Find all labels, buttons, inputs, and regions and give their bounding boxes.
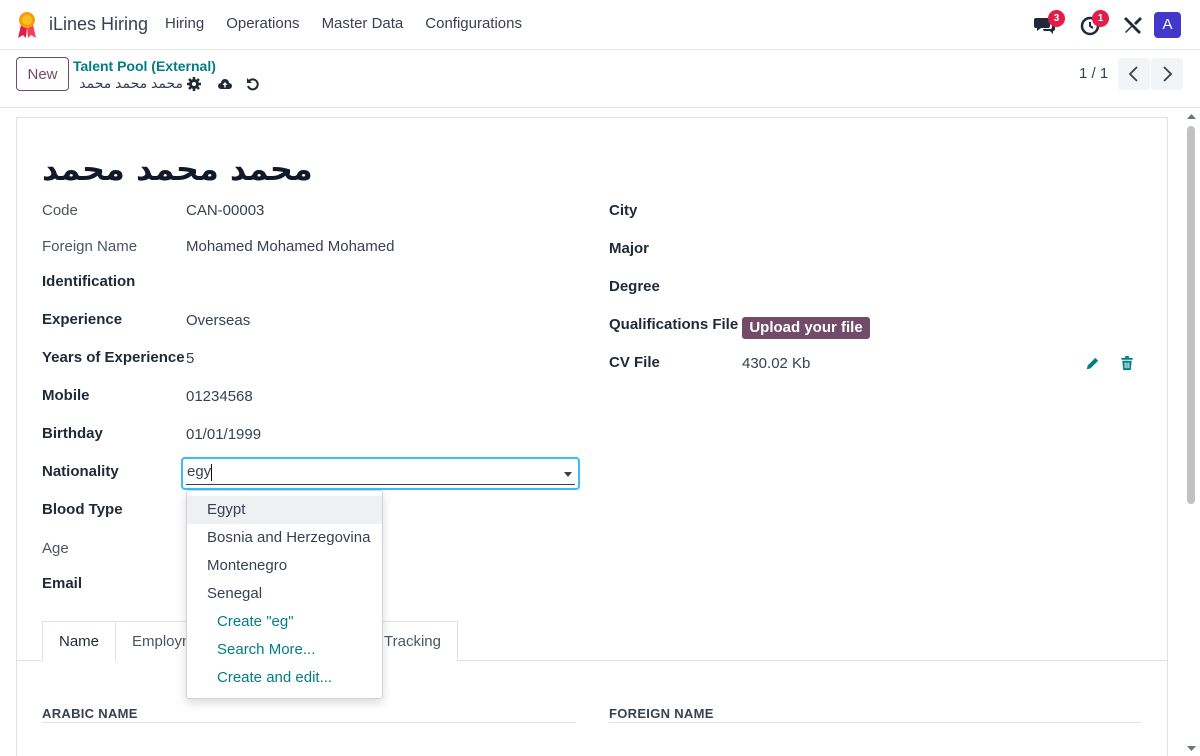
field-label-degree: Degree [609, 278, 660, 295]
field-label-major: Major [609, 240, 650, 257]
scroll-down-icon[interactable] [1187, 745, 1196, 752]
field-label-email: Email [42, 575, 83, 592]
new-button[interactable]: New [16, 57, 69, 91]
user-avatar[interactable]: A [1154, 12, 1181, 38]
field-value-experience[interactable]: Overseas [186, 312, 250, 329]
messages-badge: 3 [1048, 10, 1065, 27]
main-menu: Hiring Operations Master Data Configurat… [165, 15, 544, 32]
discard-undo-icon[interactable] [245, 76, 261, 92]
dropdown-create-edit-action[interactable]: Create and edit... [187, 664, 382, 692]
menu-operations[interactable]: Operations [226, 15, 299, 32]
menu-master-data[interactable]: Master Data [322, 15, 404, 32]
control-panel: New Talent Pool (External) محمد محمد محم… [0, 51, 1200, 108]
scroll-up-icon[interactable] [1187, 113, 1196, 120]
text-cursor [211, 463, 213, 481]
field-label-code: Code [42, 202, 78, 219]
field-value-birthday[interactable]: 01/01/1999 [186, 426, 261, 443]
pager-value[interactable]: 1 / 1 [1079, 65, 1108, 82]
caret-down-icon[interactable] [564, 472, 572, 477]
dropdown-option-bosnia[interactable]: Bosnia and Herzegovina [187, 524, 382, 552]
dropdown-create-action[interactable]: Create "eg" [187, 608, 382, 636]
tab-name[interactable]: Name [42, 621, 117, 662]
app-name[interactable]: iLines Hiring [49, 14, 148, 35]
record-title[interactable]: محمد محمد محمد [42, 150, 313, 188]
field-label-birthday: Birthday [42, 425, 103, 442]
field-label-age: Age [42, 540, 69, 557]
section-title-arabic-name: ARABIC NAME [42, 706, 138, 721]
nationality-input-text: egy [187, 463, 212, 480]
pager-next-button[interactable] [1151, 58, 1183, 90]
field-label-experience: Experience [42, 311, 123, 328]
field-label-foreign-name: Foreign Name [42, 238, 138, 255]
field-label-qualifications-file: Qualifications File [609, 316, 739, 333]
upload-file-button[interactable]: Upload your file [742, 317, 870, 339]
field-label-mobile: Mobile [42, 387, 90, 404]
breadcrumb-parent[interactable]: Talent Pool (External) [73, 58, 216, 74]
field-label-city: City [609, 202, 638, 219]
chevron-left-icon [1128, 66, 1138, 82]
field-value-cv-file[interactable]: 430.02 Kb [742, 355, 810, 372]
dropdown-search-more-action[interactable]: Search More... [187, 636, 382, 664]
pager-previous-button[interactable] [1118, 58, 1150, 90]
nationality-autocomplete-dropdown: Egypt Bosnia and Herzegovina Montenegro … [186, 490, 383, 699]
menu-configurations[interactable]: Configurations [425, 15, 522, 32]
pencil-edit-icon[interactable] [1085, 356, 1100, 371]
dropdown-option-montenegro[interactable]: Montenegro [187, 552, 382, 580]
field-label-years-experience: Years of Experience [42, 349, 185, 366]
cloud-upload-icon[interactable] [217, 76, 233, 92]
section-title-foreign-name: FOREIGN NAME [609, 706, 714, 721]
top-navbar: iLines Hiring Hiring Operations Master D… [0, 0, 1200, 50]
section-divider [609, 722, 1141, 723]
gear-icon[interactable] [186, 76, 202, 92]
activities-badge: 1 [1092, 10, 1109, 27]
input-underline [186, 484, 575, 485]
section-divider [42, 722, 576, 723]
tools-icon[interactable] [1121, 13, 1145, 37]
field-label-blood-type: Blood Type [42, 501, 123, 518]
menu-hiring[interactable]: Hiring [165, 15, 204, 32]
breadcrumb-current: محمد محمد محمد [79, 75, 183, 91]
scrollbar-thumb[interactable] [1187, 126, 1195, 504]
field-value-years-experience[interactable]: 5 [186, 350, 194, 367]
dropdown-option-egypt[interactable]: Egypt [187, 496, 382, 524]
trash-delete-icon[interactable] [1120, 356, 1134, 371]
nationality-input[interactable]: egy [181, 457, 580, 490]
chevron-right-icon [1163, 66, 1173, 82]
dropdown-option-senegal[interactable]: Senegal [187, 580, 382, 608]
field-value-code: CAN-00003 [186, 202, 265, 219]
field-label-nationality: Nationality [42, 463, 119, 480]
field-label-identification: Identification [42, 273, 136, 290]
field-label-cv-file: CV File [609, 354, 660, 371]
ribbon-logo-icon[interactable] [16, 11, 38, 39]
field-value-foreign-name: Mohamed Mohamed Mohamed [186, 238, 395, 255]
field-value-mobile[interactable]: 01234568 [186, 388, 253, 405]
